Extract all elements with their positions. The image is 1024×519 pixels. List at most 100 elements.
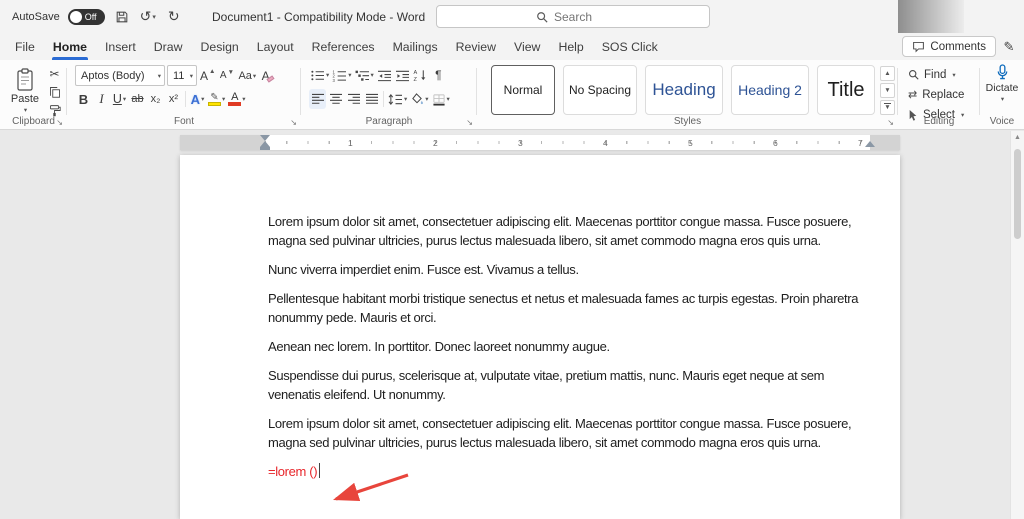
font-group: Aptos (Body) ▾ 11 ▾ A ▲ A ▼ Aa ▾ A B I U ▾ a… [67,60,301,129]
chevron-down-icon: ▾ [952,71,956,79]
align-left-icon [311,93,324,104]
tab-design[interactable]: Design [191,33,247,60]
tab-references[interactable]: References [303,33,384,60]
chevron-down-icon: ▾ [1000,96,1005,103]
style-heading-1[interactable]: Heading [645,65,723,115]
styles-scroll-down-button[interactable]: ▼ [880,83,895,98]
bullets-button[interactable]: ▾ [309,65,330,85]
right-indent-marker[interactable] [865,141,875,147]
increase-indent-button[interactable] [394,65,411,85]
bold-button[interactable]: B [75,89,92,109]
tab-layout[interactable]: Layout [248,33,303,60]
dictate-button[interactable]: Dictate ▾ [980,63,1024,103]
italic-button[interactable]: I [93,89,110,109]
font-dialog-launcher[interactable]: ↘ [290,119,297,127]
paste-label: Paste [10,92,40,105]
find-button[interactable]: Find ▾ [908,66,956,83]
style-normal[interactable]: Normal [491,65,555,115]
decrease-indent-icon [377,70,391,81]
multilevel-list-button[interactable]: ▾ [354,65,375,85]
paragraph[interactable]: Nunc viverra imperdiet enim. Fusce est. … [268,260,870,279]
comments-button[interactable]: Comments [902,36,996,57]
strikethrough-button[interactable]: ab [129,89,146,109]
text-cursor [319,463,321,478]
scroll-up-arrow[interactable]: ▲ [1011,134,1024,141]
paragraph[interactable]: Aenean nec lorem. In porttitor. Donec la… [268,337,870,356]
font-size-select[interactable]: 11 ▾ [167,65,197,86]
tab-mailings[interactable]: Mailings [384,33,447,60]
voice-group-label: Voice [989,116,1015,127]
decrease-indent-button[interactable] [376,65,393,85]
paragraph[interactable]: Lorem ipsum dolor sit amet, consectetuer… [268,414,870,452]
style-title[interactable]: Title [817,65,875,115]
sort-button[interactable]: AZ [412,65,429,85]
tab-help[interactable]: Help [549,33,592,60]
tab-sos-click[interactable]: SOS Click [593,33,667,60]
align-left-button[interactable] [309,89,326,109]
line-spacing-button[interactable]: ▾ [387,89,408,109]
field-code-text[interactable]: =lorem () [268,464,318,479]
align-center-button[interactable] [327,89,344,109]
style-label: No Spacing [568,83,632,97]
styles-dialog-launcher[interactable]: ↘ [887,119,894,127]
cut-button[interactable]: ✂ [46,66,63,82]
grow-font-button[interactable]: A ▲ [199,66,216,86]
tab-home[interactable]: Home [44,33,96,60]
clipboard-dialog-launcher[interactable]: ↘ [56,119,63,127]
paragraph-dialog-launcher[interactable]: ↘ [466,119,473,127]
search-box[interactable] [436,5,710,28]
autosave-toggle[interactable]: Off [67,8,105,25]
shading-button[interactable]: ▾ [409,89,429,109]
styles-more-button[interactable]: ▼ [880,100,895,115]
show-formatting-button[interactable]: ¶ [430,65,447,85]
horizontal-ruler[interactable]: 1 2 3 4 5 6 7 [180,135,900,150]
tab-draw[interactable]: Draw [145,33,192,60]
font-color-button[interactable]: A ▾ [227,89,246,109]
font-name-select[interactable]: Aptos (Body) ▾ [75,65,165,86]
svg-text:3: 3 [333,78,336,82]
shrink-font-button[interactable]: A ▼ [218,66,235,86]
tab-view[interactable]: View [505,33,549,60]
paragraph[interactable]: Suspendisse dui purus, scelerisque at, v… [268,366,870,404]
text-effects-button[interactable]: A ▾ [189,89,206,109]
sort-icon: AZ [414,70,426,82]
copy-button[interactable] [46,84,63,100]
tab-review[interactable]: Review [447,33,505,60]
paste-button[interactable]: Paste ▾ [6,64,44,117]
left-indent-marker[interactable] [260,147,270,150]
voice-group: Dictate ▾ Voice [980,60,1024,129]
redo-button[interactable]: ↻ [165,6,183,28]
autosave-state: Off [84,11,97,22]
search-input[interactable] [554,9,610,24]
superscript-button[interactable]: x² [165,89,182,109]
tab-file[interactable]: File [6,33,44,60]
align-right-button[interactable] [345,89,362,109]
field-code-line[interactable]: =lorem () [268,462,870,481]
scrollbar-thumb[interactable] [1014,149,1021,239]
align-right-icon [347,93,360,104]
style-no-spacing[interactable]: No Spacing [563,65,637,115]
tab-insert[interactable]: Insert [96,33,145,60]
borders-button[interactable]: ▾ [431,89,451,109]
numbering-button[interactable]: 1 2 3 ▾ [331,65,352,85]
underline-button[interactable]: U ▾ [111,89,128,109]
replace-button[interactable]: ⇄ Replace [908,86,964,103]
save-button[interactable] [113,6,131,28]
undo-button[interactable]: ↺ ▾ [139,6,157,28]
vertical-scrollbar[interactable]: ▲ [1010,131,1024,519]
document-page[interactable]: Lorem ipsum dolor sit amet, consectetuer… [180,155,900,519]
clear-formatting-button[interactable]: A [259,66,276,86]
chevron-down-icon: ▾ [157,72,161,80]
chevron-down-icon: ▾ [23,106,28,114]
justify-button[interactable] [363,89,380,109]
paragraph[interactable]: Pellentesque habitant morbi tristique se… [268,289,870,327]
highlight-button[interactable]: ✎ ▾ [207,89,226,109]
styles-scroll-up-button[interactable]: ▲ [880,66,895,81]
change-case-button[interactable]: Aa ▾ [237,66,257,86]
dictate-label: Dictate [985,82,1019,94]
editing-group-label: Editing [923,116,955,127]
subscript-button[interactable]: x₂ [147,89,164,109]
editing-mode-button[interactable]: ✎ [999,36,1019,57]
style-heading-2[interactable]: Heading 2 [731,65,809,115]
paragraph[interactable]: Lorem ipsum dolor sit amet, consectetuer… [268,212,870,250]
